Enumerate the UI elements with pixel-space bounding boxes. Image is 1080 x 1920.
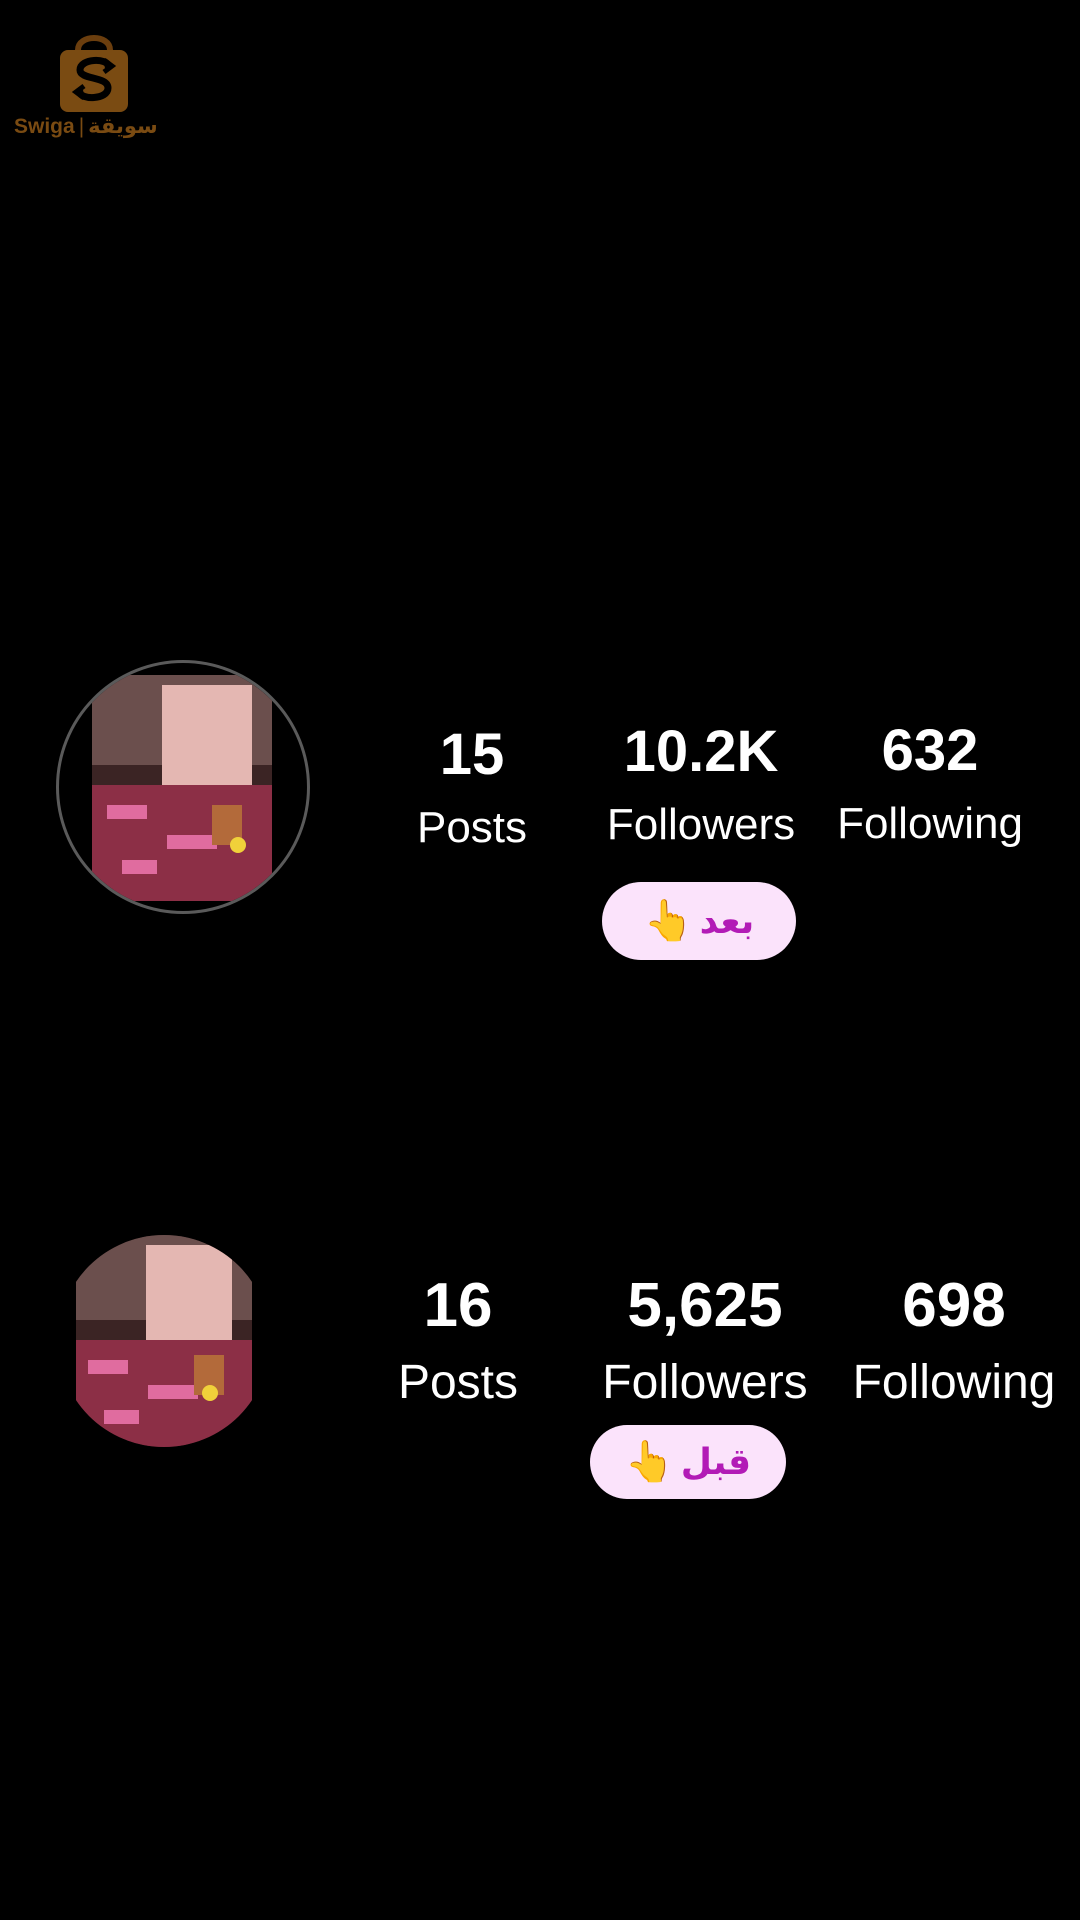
pointing-hand-icon: 👆: [643, 898, 694, 944]
profile-before: 16 Posts 5,625 Followers 698 Following 👆…: [0, 1235, 1080, 1515]
avatar-photo: [76, 1235, 252, 1447]
logo-text: Swiga | سويقة: [14, 114, 184, 139]
following-count: 632: [881, 718, 979, 783]
posts-label: Posts: [397, 1356, 519, 1409]
shopping-bag-logo-icon: [60, 35, 128, 112]
following-stat[interactable]: 632 Following: [820, 722, 1040, 846]
after-badge: 👆 بعد: [602, 882, 796, 960]
following-stat[interactable]: 698 Following: [838, 1275, 1070, 1407]
posts-stat[interactable]: 16 Posts: [378, 1275, 538, 1407]
followers-label: Followers: [606, 800, 796, 849]
following-label: Following: [837, 799, 1023, 848]
profile-avatar[interactable]: [56, 660, 310, 914]
profile-avatar[interactable]: [58, 1235, 270, 1447]
swiga-logo: Swiga | سويقة: [14, 26, 174, 144]
logo-brand-ar: سويقة: [88, 115, 158, 138]
after-badge-label: بعد: [699, 900, 755, 942]
followers-stat[interactable]: 10.2K Followers: [590, 723, 812, 847]
profile-after: 15 Posts 10.2K Followers 632 Following 👆…: [0, 660, 1080, 960]
posts-label: Posts: [416, 803, 528, 852]
followers-label: Followers: [602, 1356, 808, 1409]
following-count: 698: [902, 1271, 1006, 1340]
before-badge-label: قبل: [680, 1441, 752, 1483]
followers-stat[interactable]: 5,625 Followers: [590, 1275, 820, 1407]
posts-count: 16: [423, 1271, 493, 1340]
avatar-photo: [92, 675, 272, 901]
logo-separator: |: [78, 115, 85, 138]
followers-count: 5,625: [627, 1271, 783, 1340]
posts-count: 15: [439, 722, 505, 787]
before-badge: 👆 قبل: [590, 1425, 786, 1499]
posts-stat[interactable]: 15 Posts: [392, 726, 552, 850]
followers-count: 10.2K: [623, 719, 779, 784]
pointing-hand-icon: 👆: [624, 1439, 675, 1485]
logo-brand-en: Swiga: [14, 115, 75, 138]
following-label: Following: [852, 1356, 1056, 1409]
